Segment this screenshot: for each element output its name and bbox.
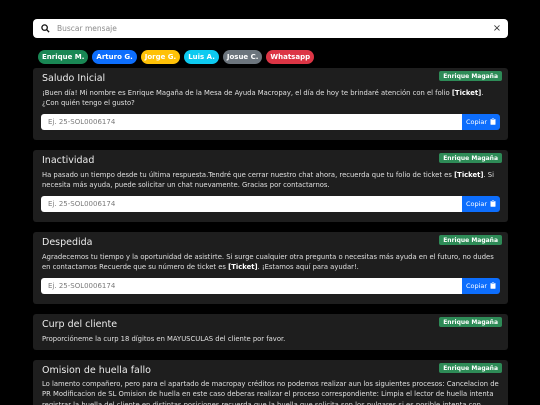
message-text: Proporcióneme la curp 18 dígitos en MAYU… [42, 335, 286, 343]
ticket-input[interactable] [41, 114, 462, 130]
message-card-inactividad: Inactividad Enrique Magaña Ha pasado un … [33, 150, 508, 222]
filter-chip-jorge[interactable]: Jorge G. [140, 50, 181, 64]
message-text: ¡Buen día! Mi nombre es Enrique Magaña d… [42, 89, 452, 97]
ticket-placeholder: [Ticket] [451, 89, 482, 97]
clipboard-icon [490, 199, 496, 209]
search-icon [37, 24, 53, 33]
card-title: Inactividad [42, 155, 95, 166]
copy-button[interactable]: Copiar [462, 196, 500, 212]
card-title: Omision de huella fallo [42, 365, 151, 376]
filter-chip-enrique[interactable]: Enrique M. [38, 50, 89, 64]
message-card-curp: Curp del cliente Enrique Magaña Proporci… [33, 314, 508, 350]
copy-label: Copiar [465, 118, 488, 126]
filter-chip-josue[interactable]: Josue C. [222, 50, 263, 64]
ticket-placeholder: [Ticket] [454, 171, 484, 179]
message-card-despedida: Despedida Enrique Magaña Agradecemos tu … [33, 232, 508, 304]
clear-search-button[interactable]: × [490, 23, 504, 34]
filter-chip-luis[interactable]: Luis A. [184, 50, 219, 64]
search-input[interactable] [57, 24, 490, 33]
message-card-saludo-inicial: Saludo Inicial Enrique Magaña ¡Buen día!… [33, 68, 508, 140]
ticket-row: Copiar [41, 114, 500, 130]
author-badge: Enrique Magaña [439, 235, 502, 245]
message-text: Lo lamento compañero, pero para el apart… [42, 380, 499, 405]
card-message: ¡Buen día! Mi nombre es Enrique Magaña d… [42, 88, 500, 109]
clipboard-icon [490, 117, 496, 127]
filter-chip-whatsapp[interactable]: Whatsapp [266, 50, 315, 64]
search-bar: × [33, 19, 508, 38]
clipboard-icon [490, 281, 496, 291]
filter-chip-arturo[interactable]: Arturo G. [92, 50, 137, 64]
card-title: Curp del cliente [42, 319, 118, 330]
copy-button[interactable]: Copiar [462, 114, 500, 130]
card-message: Lo lamento compañero, pero para el apart… [42, 379, 500, 405]
copy-button[interactable]: Copiar [462, 278, 500, 294]
author-badge: Enrique Magaña [439, 363, 502, 373]
author-badge: Enrique Magaña [439, 153, 502, 163]
card-message: Ha pasado un tiempo desde tu última resp… [42, 170, 500, 191]
copy-label: Copiar [465, 200, 488, 208]
ticket-input[interactable] [41, 278, 462, 294]
card-title: Saludo Inicial [42, 73, 106, 84]
message-card-omision-huella: Omision de huella fallo Enrique Magaña L… [33, 360, 508, 405]
message-text: Ha pasado un tiempo desde tu última resp… [42, 171, 455, 179]
ticket-input[interactable] [41, 196, 462, 212]
ticket-row: Copiar [41, 278, 500, 294]
card-message: Proporcióneme la curp 18 dígitos en MAYU… [42, 334, 500, 344]
author-filters: Enrique M. Arturo G. Jorge G. Luis A. Jo… [38, 50, 315, 64]
copy-label: Copiar [465, 282, 488, 290]
ticket-placeholder: [Ticket] [228, 263, 258, 272]
author-badge: Enrique Magaña [439, 317, 502, 327]
card-title: Despedida [42, 237, 93, 248]
author-badge: Enrique Magaña [439, 71, 502, 81]
ticket-row: Copiar [41, 196, 500, 212]
message-text: . ¡Estamos aquí para ayudar!. [257, 263, 359, 272]
card-message: Agradecemos tu tiempo y la oportunidad d… [42, 252, 500, 273]
